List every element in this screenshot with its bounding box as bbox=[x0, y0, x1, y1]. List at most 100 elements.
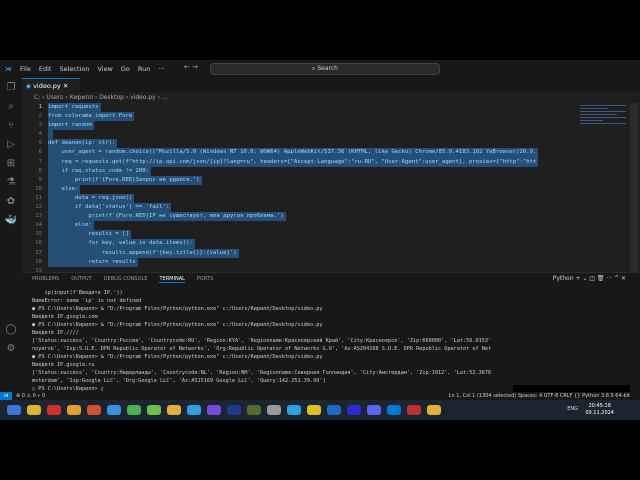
code-editor[interactable]: 1 import requests 2 from colorama import Fo… bbox=[22, 103, 578, 273]
nav-arrows-icon[interactable]: ← → bbox=[184, 63, 198, 71]
panel-tab-debug-console[interactable]: DEBUG CONSOLE bbox=[104, 276, 148, 283]
line-number: 13 bbox=[35, 213, 42, 220]
taskbar-app-icon[interactable] bbox=[47, 405, 61, 415]
panel-tab-problems[interactable]: PROBLEMS bbox=[32, 276, 59, 283]
line-number: 8 bbox=[38, 167, 42, 174]
code-text: return results bbox=[48, 257, 138, 267]
taskbar-app-icon[interactable] bbox=[427, 405, 441, 415]
remote-icon[interactable]: ⋊ bbox=[0, 392, 12, 400]
code-text: results = [] bbox=[48, 230, 131, 240]
line-number: 11 bbox=[35, 194, 42, 201]
terminal-line: NameError: name 'ip' is not defined bbox=[32, 298, 142, 304]
taskbar-app-icon[interactable] bbox=[387, 405, 401, 415]
run-debug-icon[interactable]: ▷ bbox=[0, 135, 22, 154]
taskbar-app-icon[interactable] bbox=[107, 405, 121, 415]
code-text: user_agent = random.choice(["Mozilla/5.0… bbox=[48, 148, 539, 158]
menu-6[interactable]: ··· bbox=[158, 65, 164, 73]
line-number: 17 bbox=[35, 249, 42, 256]
taskbar-app-icon[interactable] bbox=[247, 405, 261, 415]
taskbar-app-icon[interactable] bbox=[407, 405, 421, 415]
taskbar-app-icon[interactable] bbox=[127, 405, 141, 415]
code-text: results.append(f'{key.title()}:{value}') bbox=[48, 248, 239, 258]
editor-status[interactable]: Ln 1, Col 1 (1304 selected) Spaces: 4 UT… bbox=[449, 392, 630, 400]
tab-label: video.py bbox=[33, 82, 61, 90]
menu-2[interactable]: Selection bbox=[59, 65, 89, 73]
tray-language[interactable]: ENG bbox=[567, 406, 578, 412]
terminal-line: ['Status:success', 'Country:Россия', 'Co… bbox=[32, 338, 492, 344]
line-number: 5 bbox=[38, 140, 42, 147]
windows-taskbar: ENG 20:45:18 09.11.2024 bbox=[0, 400, 640, 420]
panel-tab-output[interactable]: OUTPUT bbox=[71, 276, 91, 283]
clock-time: 20:45:18 bbox=[588, 403, 611, 409]
minimap[interactable] bbox=[580, 103, 626, 143]
panel-tab-terminal[interactable]: TERMINAL bbox=[159, 276, 185, 283]
chatgpt-icon[interactable]: ✿ bbox=[0, 192, 22, 211]
code-line: 12 if data['status'] == 'fail': bbox=[22, 203, 578, 213]
extensions-icon[interactable]: ⊞ bbox=[0, 154, 22, 173]
line-number: 4 bbox=[38, 131, 42, 138]
menu-0[interactable]: File bbox=[20, 65, 31, 73]
code-text: data = req.json() bbox=[48, 193, 135, 204]
panel-tab-ports[interactable]: PORTS bbox=[197, 276, 213, 283]
taskbar-app-icon[interactable] bbox=[207, 405, 221, 415]
breadcrumb[interactable]: C: › Users › Кирилл › Desktop › video.py… bbox=[34, 94, 168, 101]
taskbar-app-icon[interactable] bbox=[7, 405, 21, 415]
terminal-line: ● PS C:\Users\Кирилл> & "D:/Program File… bbox=[32, 306, 323, 312]
menu-bar: File Edit Selection View Go Run ··· bbox=[16, 65, 169, 73]
source-control-icon[interactable]: ⑂ bbox=[0, 116, 22, 135]
menu-1[interactable]: Edit bbox=[39, 65, 52, 73]
taskbar-app-icon[interactable] bbox=[147, 405, 161, 415]
editor-scrollbar[interactable] bbox=[630, 103, 638, 273]
code-line: 11 data = req.json() bbox=[22, 193, 578, 204]
code-line: 10 else: bbox=[22, 184, 578, 194]
panel-tabs: PROBLEMS OUTPUT DEBUG CONSOLE TERMINAL PORTS bbox=[32, 276, 213, 283]
code-line: 8 if req.status_code != 200: bbox=[22, 166, 578, 176]
taskbar-app-icon[interactable] bbox=[287, 405, 301, 415]
code-text: def deanon(ip: str): bbox=[48, 139, 118, 149]
line-number: 1 bbox=[38, 104, 42, 110]
taskbar-app-icon[interactable] bbox=[87, 405, 101, 415]
problems-status[interactable]: ⊗ 0 ⚠ 0 ⑂ 0 bbox=[16, 392, 45, 400]
taskbar-app-icon[interactable] bbox=[307, 405, 321, 415]
code-text: if data['status'] == 'fail': bbox=[48, 203, 172, 213]
close-icon[interactable]: ✕ bbox=[63, 82, 68, 90]
taskbar-app-icon[interactable] bbox=[267, 405, 281, 415]
line-number: 18 bbox=[35, 258, 42, 265]
line-number: 12 bbox=[35, 204, 42, 211]
taskbar-app-icon[interactable] bbox=[227, 405, 241, 415]
search-label: Search bbox=[317, 65, 338, 72]
menu-5[interactable]: Run bbox=[138, 65, 150, 73]
terminal-line: ● PS C:\Users\Кирилл> & "D:/Program File… bbox=[32, 322, 323, 328]
testing-icon[interactable]: ⚗ bbox=[0, 173, 22, 192]
settings-gear-icon[interactable]: ⚙ bbox=[0, 339, 22, 358]
menu-3[interactable]: View bbox=[97, 65, 112, 73]
taskbar-app-icon[interactable] bbox=[167, 405, 181, 415]
clock[interactable]: 20:45:18 09.11.2024 bbox=[585, 403, 614, 417]
code-text: import random bbox=[48, 121, 94, 131]
search-box[interactable]: ⌕ Search bbox=[210, 63, 440, 75]
terminal-panel: PROBLEMS OUTPUT DEBUG CONSOLE TERMINAL PORTS… bbox=[22, 272, 640, 392]
account-icon[interactable]: ◯ bbox=[0, 320, 22, 339]
terminal-actions[interactable]: Python + ⌄ ◫ 🗑 ··· ^ ✕ bbox=[553, 275, 626, 282]
explorer-icon[interactable]: ❐ bbox=[0, 78, 22, 97]
line-number: 2 bbox=[38, 113, 42, 120]
docker-icon[interactable]: 🐳 bbox=[0, 211, 22, 230]
code-line: 15 results = [] bbox=[22, 230, 578, 240]
search-icon[interactable]: ⌕ bbox=[0, 97, 22, 116]
line-number: 9 bbox=[38, 176, 42, 183]
editor-tabs: ◆ video.py ✕ bbox=[22, 78, 640, 92]
taskbar-app-icon[interactable] bbox=[367, 405, 381, 415]
terminal-output[interactable]: ip(input(f'Введите IP.')) NameError: name… bbox=[32, 289, 632, 393]
code-line: 14 else: bbox=[22, 221, 578, 231]
taskbar-app-icon[interactable] bbox=[347, 405, 361, 415]
tab-video-py[interactable]: ◆ video.py ✕ bbox=[22, 78, 80, 92]
taskbar-app-icon[interactable] bbox=[67, 405, 81, 415]
taskbar-app-icon[interactable] bbox=[187, 405, 201, 415]
code-text bbox=[48, 130, 54, 140]
taskbar-app-icon[interactable] bbox=[327, 405, 341, 415]
taskbar-app-icon[interactable] bbox=[27, 405, 41, 415]
terminal-line: Введите IP.google.ru bbox=[32, 362, 95, 368]
code-line: 16 for key, value in data.items(): bbox=[22, 239, 578, 249]
menu-4[interactable]: Go bbox=[121, 65, 130, 73]
activity-bar: ❐ ⌕ ⑂ ▷ ⊞ ⚗ ✿ 🐳 ◯ ⚙ bbox=[0, 78, 22, 392]
